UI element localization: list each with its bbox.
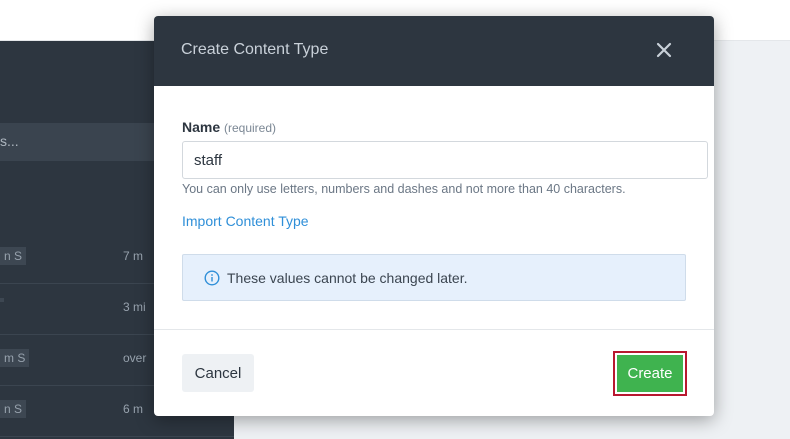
name-helper-text: You can only use letters, numbers and da… bbox=[182, 182, 626, 196]
info-text: These values cannot be changed later. bbox=[227, 270, 468, 286]
close-icon[interactable] bbox=[652, 36, 676, 64]
info-icon bbox=[204, 270, 220, 286]
cancel-button[interactable]: Cancel bbox=[182, 354, 254, 392]
create-content-type-dialog: Create Content Type Name (required) You … bbox=[154, 16, 714, 416]
create-button[interactable]: Create bbox=[617, 355, 683, 392]
footer-divider bbox=[154, 329, 714, 330]
create-button-highlight: Create bbox=[613, 351, 687, 396]
dialog-title: Create Content Type bbox=[181, 41, 329, 58]
name-label: Name bbox=[182, 119, 221, 135]
info-notice: These values cannot be changed later. bbox=[182, 254, 686, 301]
import-content-type-link[interactable]: Import Content Type bbox=[182, 213, 309, 229]
name-input[interactable] bbox=[182, 141, 708, 179]
dialog-header: Create Content Type bbox=[154, 16, 714, 86]
required-hint: (required) bbox=[224, 121, 277, 135]
